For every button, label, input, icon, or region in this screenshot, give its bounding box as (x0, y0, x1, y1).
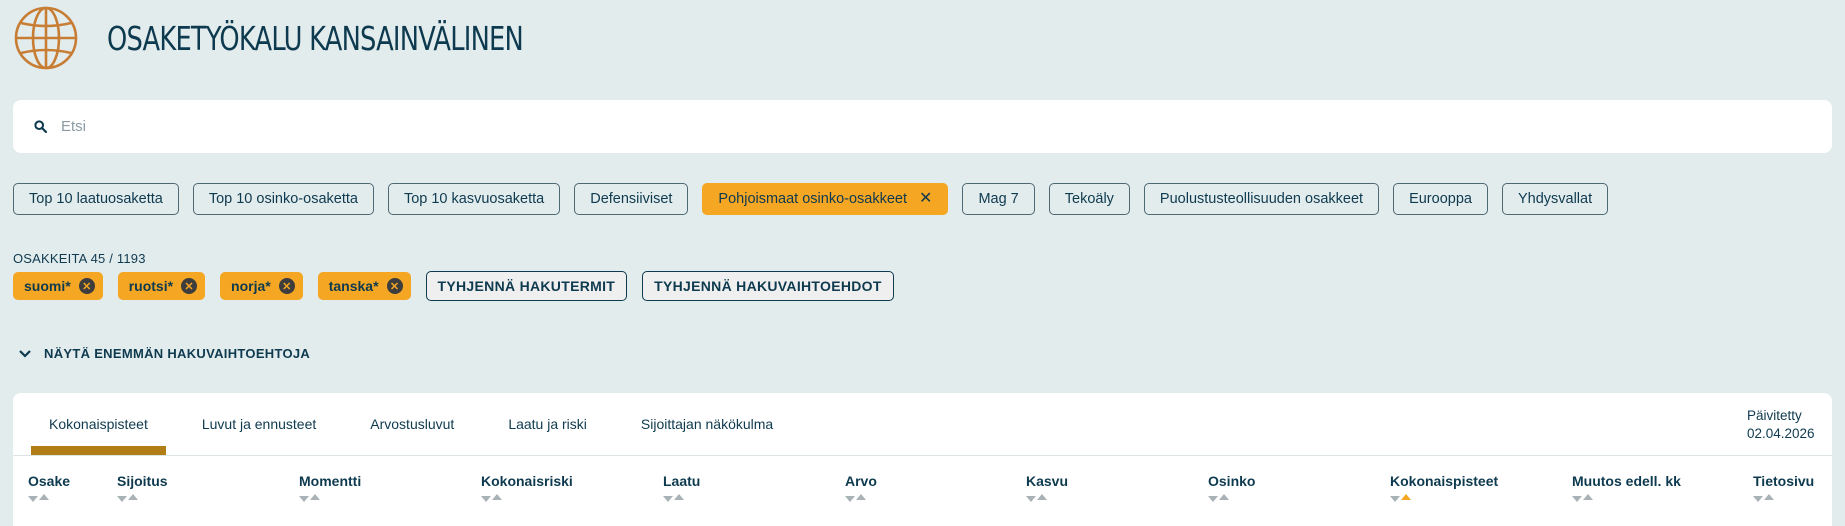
app-header: OSAKETYÖKALU KANSAINVÄLINEN (13, 5, 640, 71)
column-label: Momentti (299, 473, 362, 489)
column-label: Kokonaispisteet (1390, 473, 1499, 489)
sort-icon[interactable] (299, 494, 361, 502)
tab-luvut-ja-ennusteet[interactable]: Luvut ja ennusteet (184, 393, 334, 455)
quick-filter-chip[interactable]: Tekoäly (1048, 183, 1130, 215)
clear-terms-button[interactable]: TYHJENNÄ HAKUTERMIT (425, 271, 628, 301)
app-title: OSAKETYÖKALU KANSAINVÄLINEN (107, 18, 524, 58)
globe-icon (14, 6, 78, 70)
column-label: Osake (28, 473, 71, 489)
tab-laatu-ja-riski[interactable]: Laatu ja riski (490, 393, 605, 455)
tab-sijoittajan-nakokulma[interactable]: Sijoittajan näkökulma (623, 393, 791, 455)
remove-circle-icon[interactable]: ✕ (78, 278, 95, 294)
column-label: Kokonaisriski (481, 473, 573, 489)
column-header-kokonaisriski[interactable]: Kokonaisriski (481, 473, 573, 502)
clear-options-button[interactable]: TYHJENNÄ HAKUVAIHTOEHDOT (642, 271, 894, 301)
column-header-kokonaispisteet[interactable]: Kokonaispisteet (1390, 473, 1498, 502)
search-term-tag: suomi* ✕ (13, 272, 103, 300)
updated-label: Päivitetty (1747, 408, 1802, 423)
search-term-label: norja* (231, 278, 271, 294)
updated-date: 02.04.2026 (1747, 426, 1815, 441)
more-options-toggle[interactable]: NÄYTÄ ENEMMÄN HAKUVAIHTOEHTOJA (18, 346, 310, 361)
quick-filter-bar: Top 10 laatuosaketta Top 10 osinko-osake… (13, 183, 1609, 215)
search-bar[interactable] (13, 100, 1832, 153)
sort-icon[interactable] (481, 494, 573, 502)
column-label: Arvo (845, 473, 877, 489)
column-label: Muutos edell. kk (1572, 473, 1681, 489)
active-filters: suomi* ✕ ruotsi* ✕ norja* ✕ tanska* ✕ TY… (13, 271, 909, 301)
tab-arvostusluvut[interactable]: Arvostusluvut (352, 393, 472, 455)
search-term-tag: tanska* ✕ (317, 272, 411, 300)
column-label: Kasvu (1026, 473, 1069, 489)
search-term-label: tanska* (328, 278, 379, 294)
quick-filter-chip[interactable]: Top 10 osinko-osaketta (192, 183, 374, 215)
chevron-down-icon (19, 349, 31, 358)
column-header-tietosivu[interactable]: Tietosivu (1753, 473, 1814, 502)
search-term-label: suomi* (24, 278, 71, 294)
sort-icon[interactable] (845, 494, 877, 502)
sort-icon[interactable] (117, 494, 168, 502)
column-header-muutos[interactable]: Muutos edell. kk (1572, 473, 1681, 502)
remove-circle-icon[interactable]: ✕ (278, 278, 295, 294)
quick-filter-label: Pohjoismaat osinko-osakkeet (718, 191, 908, 207)
quick-filter-chip-active[interactable]: Pohjoismaat osinko-osakkeet ✕ (702, 183, 949, 215)
search-input[interactable] (61, 118, 1761, 135)
column-header-momentti[interactable]: Momentti (299, 473, 361, 502)
column-header-arvo[interactable]: Arvo (845, 473, 877, 502)
results-count: OSAKKEITA 45 / 1193 (13, 251, 146, 266)
search-term-tag: ruotsi* ✕ (117, 272, 206, 300)
quick-filter-chip[interactable]: Yhdysvallat (1501, 183, 1609, 215)
remove-circle-icon[interactable]: ✕ (386, 278, 403, 294)
column-header-sijoitus[interactable]: Sijoitus (117, 473, 168, 502)
sort-icon[interactable] (1753, 494, 1814, 502)
remove-circle-icon[interactable]: ✕ (181, 278, 198, 294)
more-options-label: NÄYTÄ ENEMMÄN HAKUVAIHTOEHTOJA (44, 346, 311, 361)
quick-filter-chip[interactable]: Puolustusteollisuuden osakkeet (1143, 183, 1380, 215)
quick-filter-chip[interactable]: Mag 7 (962, 183, 1035, 215)
sort-icon-active[interactable] (1390, 494, 1498, 502)
view-tabs: Kokonaispisteet Luvut ja ennusteet Arvos… (31, 393, 809, 455)
sort-icon[interactable] (1208, 494, 1255, 502)
column-label: Sijoitus (117, 473, 168, 489)
search-icon (31, 118, 49, 136)
sort-icon[interactable] (28, 494, 70, 502)
column-header-osake[interactable]: Osake (28, 473, 70, 502)
close-icon[interactable]: ✕ (919, 191, 932, 207)
sort-icon[interactable] (1572, 494, 1681, 502)
updated-info: Päivitetty 02.04.2026 (1747, 407, 1815, 443)
column-header-osinko[interactable]: Osinko (1208, 473, 1255, 502)
sort-icon[interactable] (663, 494, 700, 502)
column-header-kasvu[interactable]: Kasvu (1026, 473, 1068, 502)
tab-kokonaispisteet[interactable]: Kokonaispisteet (31, 393, 166, 455)
quick-filter-chip[interactable]: Top 10 kasvuosaketta (387, 183, 561, 215)
column-label: Laatu (663, 473, 701, 489)
quick-filter-chip[interactable]: Defensiiviset (574, 183, 689, 215)
quick-filter-chip[interactable]: Eurooppa (1393, 183, 1488, 215)
quick-filter-chip[interactable]: Top 10 laatuosaketta (13, 183, 179, 215)
column-header-laatu[interactable]: Laatu (663, 473, 700, 502)
sort-icon[interactable] (1026, 494, 1068, 502)
divider (13, 455, 1832, 456)
column-label: Osinko (1208, 473, 1256, 489)
column-label: Tietosivu (1753, 473, 1815, 489)
search-term-label: ruotsi* (128, 278, 174, 294)
results-panel: Kokonaispisteet Luvut ja ennusteet Arvos… (13, 393, 1832, 526)
search-term-tag: norja* ✕ (220, 272, 303, 300)
